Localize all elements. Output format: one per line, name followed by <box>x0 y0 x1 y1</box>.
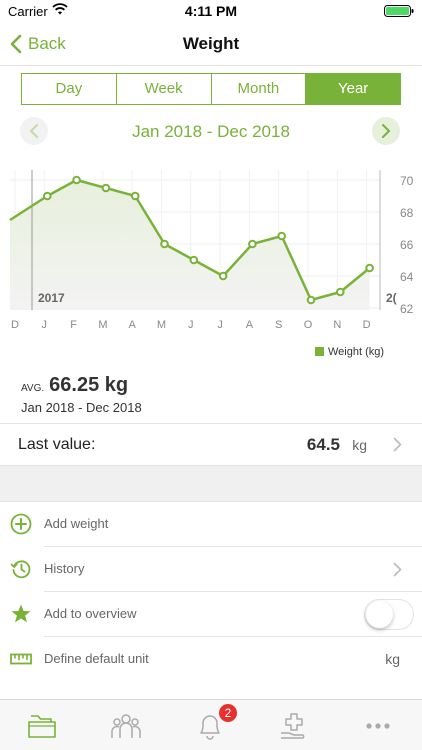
segment-month[interactable]: Month <box>212 74 307 104</box>
data-point <box>72 175 81 185</box>
battery-icon <box>384 5 414 17</box>
last-value-number: 64.5 <box>306 435 340 454</box>
x-tick-label: F <box>70 319 77 331</box>
x-tick-label: N <box>333 319 341 331</box>
y-tick-label: 70 <box>400 174 414 188</box>
data-point <box>101 183 111 193</box>
navigation-bar: Back Weight <box>0 22 422 66</box>
x-tick-label: M <box>98 319 107 331</box>
x-tick-label: D <box>11 319 19 331</box>
data-point <box>160 239 169 249</box>
history-icon <box>10 560 31 579</box>
star-icon <box>11 604 31 623</box>
section-separator <box>0 465 422 502</box>
x-tick-label: J <box>217 319 223 331</box>
action-menu: Add weight History Add to overview Defin… <box>0 502 422 682</box>
next-period-button[interactable] <box>372 117 400 145</box>
year-label-left: 2017 <box>38 291 65 305</box>
add-to-overview-row: Add to overview <box>0 592 422 637</box>
y-tick-label: 62 <box>400 302 414 316</box>
chevron-right-icon <box>382 124 390 138</box>
toggle-knob <box>366 601 393 628</box>
data-point <box>277 231 287 241</box>
x-tick-label: D <box>363 319 371 331</box>
x-tick-label: O <box>304 319 313 331</box>
x-tick-label: A <box>246 319 254 331</box>
segment-year[interactable]: Year <box>306 74 400 104</box>
x-tick-label: A <box>129 319 137 331</box>
year-label-right: 2( <box>386 291 397 305</box>
chevron-right-icon <box>393 562 402 577</box>
add-to-overview-label: Add to overview <box>44 606 137 621</box>
back-button[interactable]: Back <box>10 30 66 58</box>
plus-circle-icon <box>10 513 32 535</box>
last-value-row[interactable]: Last value: 64.5 kg <box>0 423 422 465</box>
data-point <box>365 263 374 273</box>
date-range-label: Jan 2018 - Dec 2018 <box>132 122 290 141</box>
x-axis-ticks: DJFMAMJJASOND <box>11 319 371 331</box>
chevron-left-icon <box>10 34 22 54</box>
default-unit-value: kg <box>385 651 400 667</box>
tab-more[interactable] <box>358 708 398 744</box>
medical-icon <box>281 713 305 739</box>
last-value-label: Last value: <box>18 436 96 453</box>
ruler-icon <box>10 653 32 665</box>
data-point <box>306 295 316 305</box>
data-point <box>248 239 257 249</box>
chevron-left-icon <box>30 124 38 138</box>
history-label: History <box>44 561 85 576</box>
last-value-unit: kg <box>352 437 367 453</box>
default-unit-row[interactable]: Define default unit kg <box>0 637 422 682</box>
data-point <box>336 287 345 297</box>
data-point <box>189 255 199 265</box>
x-tick-label: S <box>275 319 282 331</box>
add-weight-label: Add weight <box>44 516 109 531</box>
people-icon <box>111 714 141 738</box>
segment-week[interactable]: Week <box>117 74 212 104</box>
status-bar: Carrier 4:11 PM <box>0 0 422 22</box>
back-label: Back <box>28 34 66 53</box>
clock: 4:11 PM <box>184 3 238 19</box>
avg-value: 66.25 kg <box>49 374 129 396</box>
data-point <box>130 191 140 201</box>
data-point <box>218 271 228 281</box>
segment-day[interactable]: Day <box>22 74 117 104</box>
tab-bar: 2 <box>0 699 422 750</box>
y-axis-ticks: 70 68 66 64 62 <box>400 174 414 316</box>
data-point <box>43 191 52 201</box>
date-range-navigator: Jan 2018 - Dec 2018 <box>0 116 422 146</box>
notification-badge: 2 <box>219 704 237 722</box>
chevron-right-icon <box>393 437 402 452</box>
x-tick-label: M <box>157 319 166 331</box>
legend-label: Weight (kg) <box>328 346 384 358</box>
add-weight-row[interactable]: Add weight <box>0 502 422 547</box>
tab-people[interactable] <box>106 708 146 744</box>
y-tick-label: 66 <box>400 238 414 252</box>
previous-period-button[interactable] <box>20 117 48 145</box>
avg-prefix: AVG. <box>21 383 45 394</box>
y-tick-label: 64 <box>400 270 414 284</box>
default-unit-label: Define default unit <box>44 651 149 666</box>
period-segmented-control: Day Week Month Year <box>21 73 401 105</box>
overview-toggle[interactable] <box>364 599 414 630</box>
avg-date-range: Jan 2018 - Dec 2018 <box>21 400 142 415</box>
legend-swatch <box>315 347 324 356</box>
tab-medical[interactable] <box>274 708 314 744</box>
x-tick-label: J <box>42 319 48 331</box>
folder-icon <box>28 715 56 738</box>
tab-documents[interactable] <box>22 708 62 744</box>
y-tick-label: 68 <box>400 206 414 220</box>
x-tick-label: J <box>188 319 194 331</box>
average-summary: AVG. 66.25 kg Jan 2018 - Dec 2018 <box>21 374 142 415</box>
history-row[interactable]: History <box>0 547 422 592</box>
more-icon <box>366 723 390 729</box>
weight-line-chart: 2017 2( 70 68 66 64 62 D J F M A M J J A S O N D Weight … <box>9 170 414 358</box>
